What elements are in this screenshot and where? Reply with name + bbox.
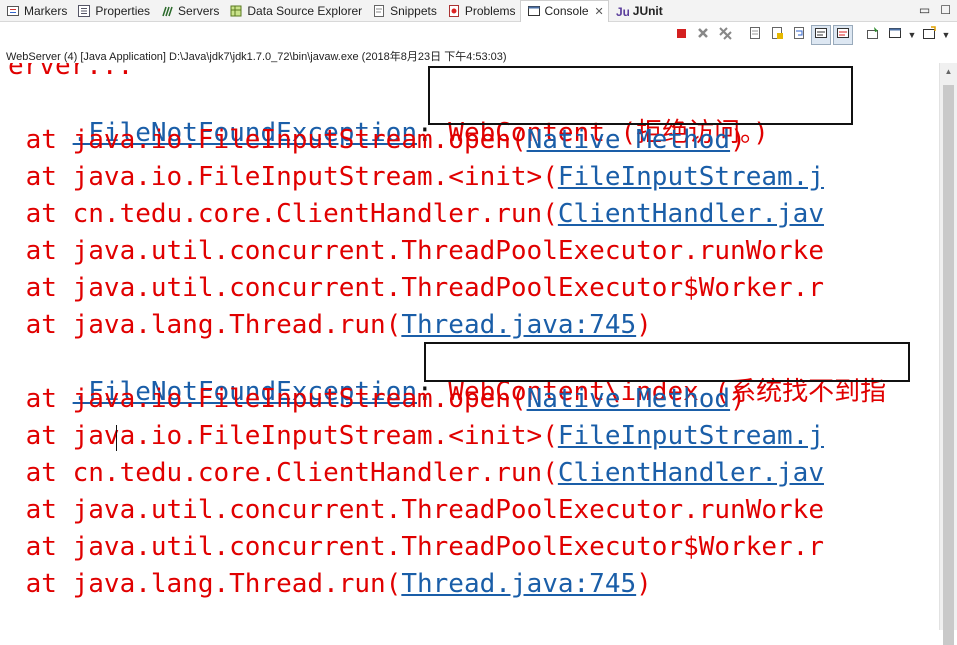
remove-launch-icon — [696, 26, 710, 45]
remove-launch-button[interactable] — [693, 25, 713, 45]
scroll-lock-button[interactable] — [767, 25, 787, 45]
tab-label: Console — [544, 4, 589, 18]
stack-frame: at cn.tedu.core.ClientHandler.run(Client… — [10, 458, 824, 488]
highlight-box — [424, 342, 910, 382]
source-link[interactable]: ClientHandler.jav — [558, 199, 824, 229]
tab-console[interactable]: Console ✕ — [519, 0, 609, 22]
highlight-box — [428, 66, 853, 125]
remove-all-terminated-button[interactable] — [715, 25, 735, 45]
stack-frame: at java.lang.Thread.run(Thread.java:745) — [10, 310, 652, 340]
tab-junit[interactable]: Ju JUnit — [609, 0, 667, 22]
terminate-icon — [674, 26, 688, 45]
servers-icon — [160, 4, 174, 18]
source-link[interactable]: ClientHandler.jav — [558, 458, 824, 488]
tab-label: Properties — [95, 3, 151, 18]
tab-markers[interactable]: Markers — [0, 0, 71, 22]
maximize-icon[interactable]: ☐ — [940, 3, 951, 17]
tab-data-source-explorer[interactable]: Data Source Explorer — [223, 0, 366, 22]
stack-frame: at java.io.FileInputStream.<init>(FileIn… — [10, 421, 824, 451]
open-console-dropdown[interactable]: ▼ — [941, 25, 951, 45]
scroll-up-icon[interactable]: ▲ — [940, 63, 957, 80]
source-link[interactable]: Native Method — [527, 384, 731, 414]
problems-icon — [447, 4, 461, 18]
tab-problems[interactable]: Problems — [441, 0, 520, 22]
show-stdout-icon — [814, 26, 828, 45]
chevron-down-icon: ▼ — [907, 30, 917, 40]
source-link[interactable]: Thread.java:745 — [401, 569, 636, 599]
chevron-down-icon: ▼ — [941, 30, 951, 40]
clear-console-icon — [748, 26, 762, 45]
tab-properties[interactable]: Properties — [71, 0, 154, 22]
stack-frame: at java.util.concurrent.ThreadPoolExecut… — [10, 236, 824, 266]
stack-frame: at java.util.concurrent.ThreadPoolExecut… — [10, 273, 824, 303]
open-console-button[interactable] — [919, 25, 939, 45]
pin-icon — [866, 26, 880, 45]
console-output[interactable]: erver... .FileNotFoundException: WebCont… — [0, 63, 940, 630]
tab-label: Problems — [464, 3, 516, 18]
view-tab-bar: Markers Properties Servers Data Source E… — [0, 0, 957, 22]
source-link[interactable]: FileInputStream.j — [558, 162, 824, 192]
properties-icon — [77, 4, 91, 18]
svg-text:Ju: Ju — [616, 5, 629, 18]
stack-frame: at cn.tedu.core.ClientHandler.run(Client… — [10, 199, 824, 229]
show-on-stdout-button[interactable] — [811, 25, 831, 45]
snippets-icon — [372, 4, 386, 18]
tab-label: Data Source Explorer — [247, 3, 363, 18]
stack-frame: at java.io.FileInputStream.open(Native M… — [10, 125, 746, 155]
remove-all-icon — [718, 26, 732, 45]
open-console-icon — [922, 25, 936, 45]
tab-label: Servers — [178, 3, 220, 18]
vertical-scrollbar[interactable]: ▲ — [939, 63, 957, 645]
terminate-button[interactable] — [671, 25, 691, 45]
clear-console-button[interactable] — [745, 25, 765, 45]
tab-label: JUnit — [632, 3, 663, 18]
scrollbar-thumb[interactable] — [943, 85, 954, 645]
source-link[interactable]: Native Method — [527, 125, 731, 155]
show-stderr-icon — [836, 26, 850, 45]
stack-frame: at java.util.concurrent.ThreadPoolExecut… — [10, 532, 824, 562]
close-icon[interactable]: ✕ — [595, 5, 604, 18]
markers-icon — [6, 4, 20, 18]
view-window-controls: ▭ ☐ — [919, 3, 951, 17]
junit-icon: Ju — [615, 4, 630, 19]
word-wrap-button[interactable] — [789, 25, 809, 45]
source-link[interactable]: Thread.java:745 — [401, 310, 636, 340]
text-caret — [116, 425, 117, 451]
stack-frame: at java.io.FileInputStream.open(Native M… — [10, 384, 746, 414]
stack-frame: at java.util.concurrent.ThreadPoolExecut… — [10, 495, 824, 525]
minimize-icon[interactable]: ▭ — [919, 3, 930, 17]
display-console-icon — [888, 26, 902, 45]
console-toolbar: ▼ ▼ — [671, 24, 957, 46]
stack-frame: at java.lang.Thread.run(Thread.java:745) — [10, 569, 652, 599]
tab-servers[interactable]: Servers — [154, 0, 223, 22]
console-icon — [527, 4, 541, 18]
console-line: erver... — [8, 63, 134, 81]
tab-snippets[interactable]: Snippets — [366, 0, 441, 22]
pin-console-button[interactable] — [863, 25, 883, 45]
display-console-button[interactable] — [885, 25, 905, 45]
source-link[interactable]: FileInputStream.j — [558, 421, 824, 451]
display-console-dropdown[interactable]: ▼ — [907, 25, 917, 45]
show-on-stderr-button[interactable] — [833, 25, 853, 45]
tab-label: Snippets — [390, 3, 437, 18]
tab-label: Markers — [24, 3, 68, 18]
launch-description: WebServer (4) [Java Application] D:\Java… — [6, 51, 507, 63]
stack-frame: at java.io.FileInputStream.<init>(FileIn… — [10, 162, 824, 192]
scroll-lock-icon — [770, 26, 784, 45]
data-source-icon — [229, 4, 243, 18]
word-wrap-icon — [792, 26, 806, 45]
